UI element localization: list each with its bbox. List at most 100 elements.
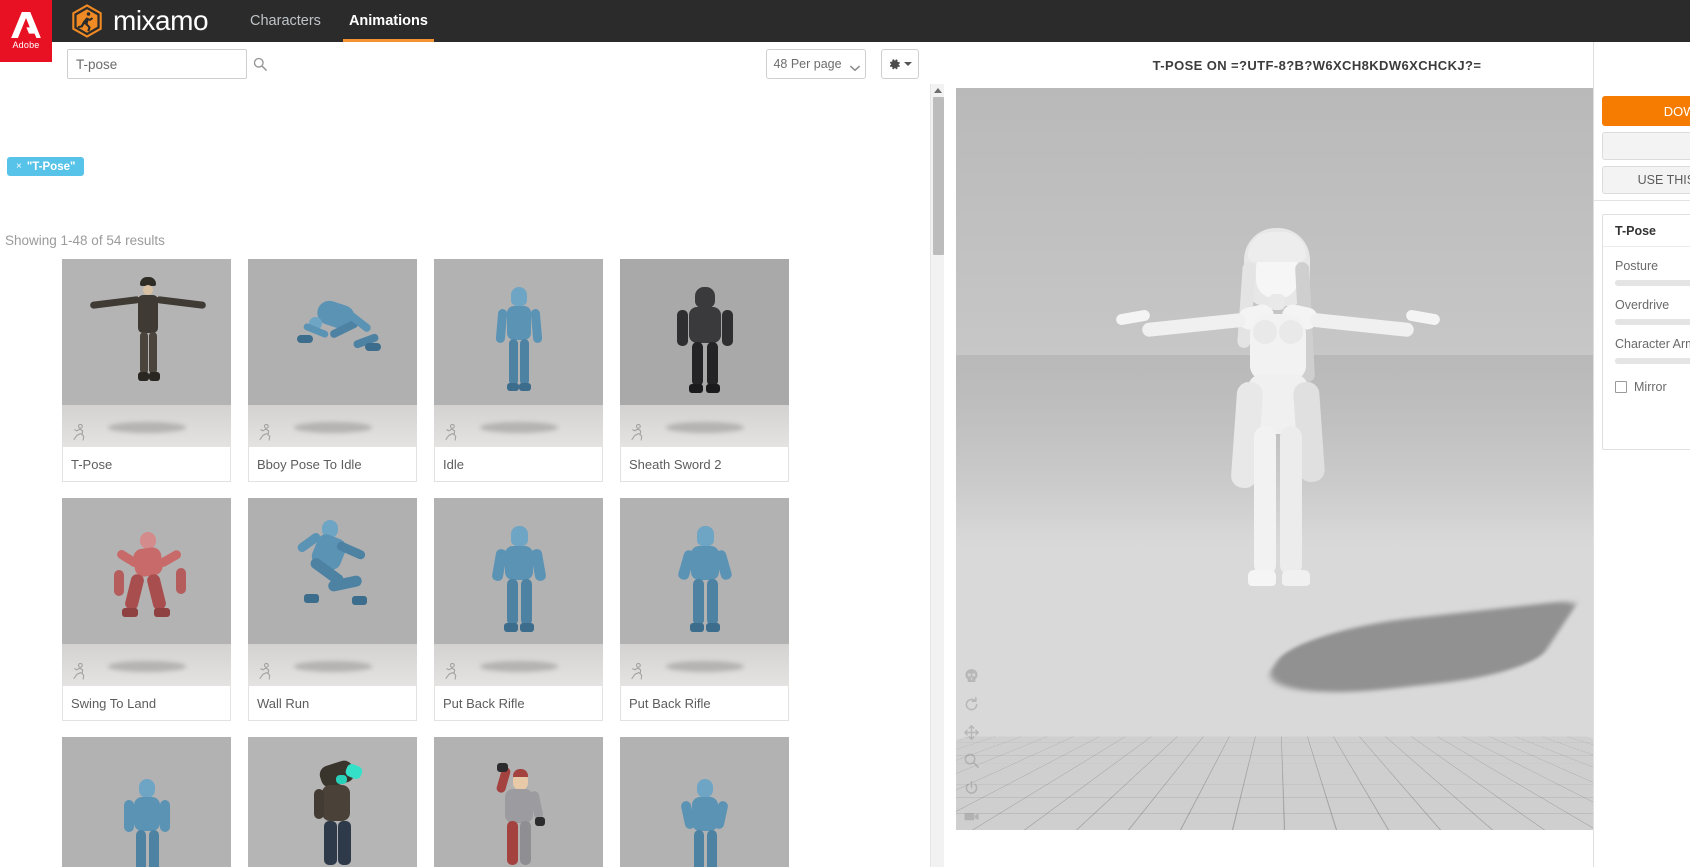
- figure-silhouette: [110, 773, 184, 867]
- animation-thumbnail[interactable]: [62, 259, 231, 447]
- 3d-viewport[interactable]: [956, 88, 1600, 830]
- animations-browser-panel: 48 Per page × ": [0, 42, 944, 867]
- use-animation-button[interactable]: USE THIS ANIMATION: [1602, 166, 1690, 194]
- mirror-checkbox[interactable]: [1615, 381, 1627, 393]
- animation-card-label[interactable]: T-Pose: [62, 447, 231, 482]
- figure-silhouette: [274, 516, 392, 664]
- animation-card[interactable]: [620, 737, 789, 867]
- animation-thumbnail[interactable]: [62, 737, 231, 867]
- results-scrollbar[interactable]: [930, 84, 944, 867]
- figure-silhouette: [668, 773, 742, 867]
- active-filter-tag[interactable]: × "T-Pose": [7, 157, 85, 176]
- reset-icon[interactable]: [963, 696, 980, 713]
- secondary-action-button[interactable]: [1602, 132, 1690, 160]
- animation-card-label[interactable]: Put Back Rifle: [620, 686, 789, 721]
- animation-card-label[interactable]: Bboy Pose To Idle: [248, 447, 417, 482]
- animation-card[interactable]: Swing To Land: [62, 498, 231, 721]
- character-arm-space-slider[interactable]: [1615, 358, 1690, 364]
- mirror-label: Mirror: [1634, 380, 1667, 394]
- running-person-icon: [443, 423, 458, 441]
- animation-card-label[interactable]: Swing To Land: [62, 686, 231, 721]
- results-scroll-area[interactable]: × "T-Pose" Showing 1-48 of 54 results T-…: [0, 88, 944, 867]
- animation-thumbnail[interactable]: [248, 498, 417, 686]
- animation-parameters-card: T-Pose Posture Overdrive Character Arm-S…: [1602, 214, 1690, 450]
- pan-icon[interactable]: [963, 724, 980, 741]
- animation-card[interactable]: [62, 737, 231, 867]
- power-icon[interactable]: [963, 780, 980, 797]
- search-input[interactable]: [76, 56, 253, 72]
- scroll-up-arrow-icon[interactable]: [934, 88, 942, 93]
- overdrive-slider[interactable]: [1615, 319, 1690, 325]
- figure-silhouette: [273, 273, 393, 423]
- animation-card[interactable]: [434, 737, 603, 867]
- search-icon[interactable]: [253, 57, 267, 71]
- animation-thumbnail[interactable]: [434, 259, 603, 447]
- parameter-row-arm-space: Character Arm-Space: [1603, 325, 1690, 364]
- zoom-icon[interactable]: [963, 752, 980, 769]
- animation-card-label[interactable]: Put Back Rifle: [434, 686, 603, 721]
- animation-card[interactable]: Bboy Pose To Idle: [248, 259, 417, 482]
- search-box[interactable]: [67, 49, 267, 79]
- filter-tag-label: "T-Pose": [26, 160, 76, 173]
- viewport-tool-strip: [956, 668, 986, 825]
- animation-card[interactable]: Put Back Rifle: [620, 498, 789, 721]
- animation-card[interactable]: Sheath Sword 2: [620, 259, 789, 482]
- scrollbar-thumb[interactable]: [933, 97, 944, 255]
- figure-silhouette: [667, 287, 743, 427]
- animation-thumbnail[interactable]: [620, 259, 789, 447]
- animation-card-label[interactable]: Sheath Sword 2: [620, 447, 789, 482]
- parameter-row-posture: Posture: [1603, 247, 1690, 286]
- animation-thumbnail[interactable]: [62, 498, 231, 686]
- camera-icon[interactable]: [963, 808, 980, 825]
- animation-card[interactable]: T-Pose: [62, 259, 231, 482]
- primary-nav-links: Characters Animations: [236, 0, 442, 42]
- animation-settings-panel: DOWNLOAD USE THIS ANIMATION T-Pose Postu…: [1593, 42, 1690, 867]
- running-person-icon: [71, 423, 86, 441]
- animation-thumbnail[interactable]: [620, 498, 789, 686]
- animation-card[interactable]: Put Back Rifle: [434, 498, 603, 721]
- animation-card-grid: T-Pose Bboy Pose To Idle Idle Sheath Swo…: [62, 259, 862, 867]
- animation-card[interactable]: [248, 737, 417, 867]
- running-person-icon: [629, 662, 644, 680]
- running-person-icon: [443, 662, 458, 680]
- figure-silhouette: [92, 524, 202, 664]
- animation-card-label[interactable]: Wall Run: [248, 686, 417, 721]
- posture-label: Posture: [1615, 259, 1659, 273]
- running-person-icon: [71, 662, 86, 680]
- animation-card[interactable]: Idle: [434, 259, 603, 482]
- figure-silhouette: [484, 287, 554, 427]
- animation-thumbnail[interactable]: [434, 737, 603, 867]
- top-navigation-bar: Adobe mixamo Characters Animations: [0, 0, 1690, 62]
- adobe-logo[interactable]: Adobe: [0, 0, 52, 62]
- animation-thumbnail[interactable]: [620, 737, 789, 867]
- character-model[interactable]: [1098, 222, 1458, 722]
- animation-thumbnail[interactable]: [248, 737, 417, 867]
- skull-icon[interactable]: [963, 668, 980, 685]
- running-person-icon: [257, 423, 272, 441]
- results-count-text: Showing 1-48 of 54 results: [5, 233, 165, 248]
- figure-silhouette: [482, 526, 556, 666]
- per-page-label: 48 Per page: [773, 57, 842, 71]
- nav-link-animations[interactable]: Animations: [335, 0, 442, 42]
- view-settings-button[interactable]: [881, 49, 919, 79]
- animation-thumbnail[interactable]: [434, 498, 603, 686]
- parameters-card-title: T-Pose: [1603, 215, 1690, 247]
- download-button[interactable]: DOWNLOAD: [1602, 96, 1690, 126]
- animation-card[interactable]: Wall Run: [248, 498, 417, 721]
- animation-thumbnail[interactable]: [248, 259, 417, 447]
- animation-card-label[interactable]: Idle: [434, 447, 603, 482]
- running-person-icon: [257, 662, 272, 680]
- browser-toolbar: 48 Per page: [0, 42, 944, 88]
- running-person-icon: [629, 423, 644, 441]
- parameter-row-overdrive: Overdrive: [1603, 286, 1690, 325]
- caret-down-icon: [904, 62, 912, 66]
- close-x-icon[interactable]: ×: [16, 161, 22, 172]
- figure-silhouette: [668, 526, 742, 666]
- nav-link-characters[interactable]: Characters: [236, 0, 335, 42]
- per-page-select[interactable]: 48 Per page: [766, 49, 866, 79]
- chevron-down-icon: [849, 61, 860, 72]
- posture-slider[interactable]: [1615, 280, 1690, 286]
- mixamo-app: Adobe mixamo Characters Animations T-pos…: [0, 0, 1690, 867]
- mixamo-brand[interactable]: mixamo: [70, 4, 209, 38]
- mixamo-wordmark: mixamo: [113, 5, 209, 36]
